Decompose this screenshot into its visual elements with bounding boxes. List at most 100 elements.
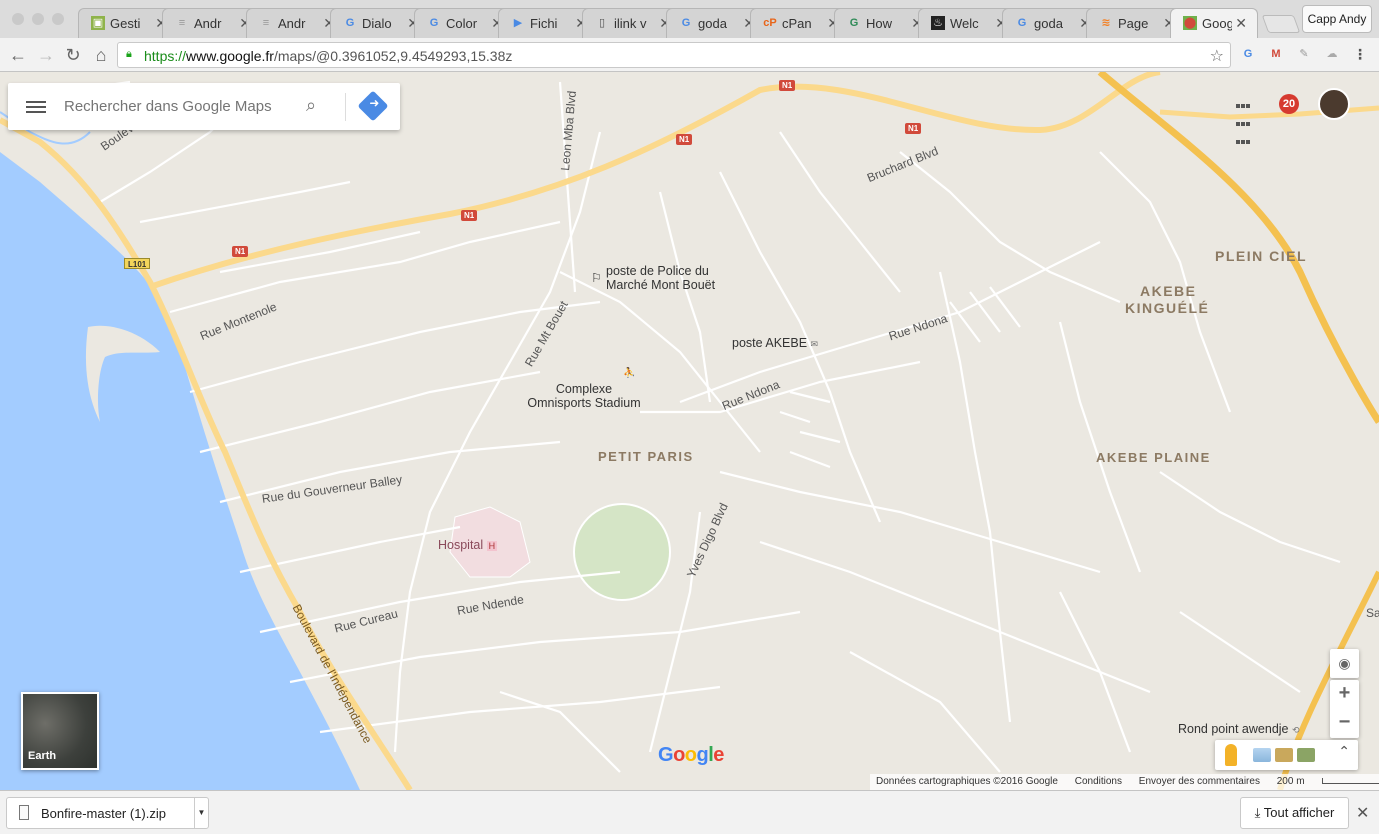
feather-extension-icon[interactable]: ✎ [1296,46,1312,62]
cpanel-icon: cP [763,17,777,29]
poi-complexe-omnisports[interactable]: Complexe Omnisports Stadium [524,382,644,410]
address-bar[interactable]: 🔒︎ https://www.google.fr/maps/@0.3961052… [117,42,1231,68]
zoom-control: + − [1330,680,1359,738]
download-item[interactable]: Bonfire-master (1).zip ▼ [6,797,209,829]
roundabout-icon: ⟲ [1291,725,1300,735]
search-input[interactable] [64,93,284,119]
area-label: PETIT PARIS [598,449,694,464]
android-icon: ≡ [262,17,270,29]
file-icon [19,805,29,820]
show-all-downloads-button[interactable]: ⤓ Tout afficher [1240,797,1349,829]
street-label: Sa [1366,606,1379,620]
google-icon: G [681,17,691,29]
close-downloads-icon[interactable]: ✕ [1356,803,1369,823]
map-tiles [0,72,1379,790]
menu-more-icon[interactable]: ⋮ [1352,46,1368,62]
profile-button[interactable]: Capp Andy [1302,5,1372,33]
satellite-layer-thumb[interactable] [1297,748,1315,762]
n1-shield: N1 [905,123,922,134]
forward-icon[interactable]: → [36,45,56,66]
document-icon: ▯ [598,17,606,29]
hospital-icon: H [486,541,498,551]
dropdown-arrow-icon[interactable]: ▼ [194,798,208,828]
back-icon[interactable]: ← [8,45,28,66]
scale-label[interactable]: 200 m [1277,776,1379,787]
directions-icon[interactable] [357,90,389,122]
cloud-extension-icon[interactable]: ☁ [1324,46,1340,62]
zoom-in-button[interactable]: + [1330,680,1359,709]
maps-search-box: ⌕ [8,83,400,130]
notifications-badge[interactable]: 20 [1279,94,1299,114]
android-icon: ≡ [178,17,186,29]
pegman-icon[interactable] [1225,744,1237,766]
layers-strip: ⌃ [1215,740,1358,770]
stadium-icon[interactable]: ⛹ [623,367,635,381]
n1-shield: N1 [676,134,693,145]
stackoverflow-icon: ≋ [1101,17,1111,29]
tab-strip: ▣Gesti✕ ≡Andr✕ ≡Andr✕ GDialo✕ GColor✕ ▶F… [0,0,1379,38]
area-label: AKEBE [1140,283,1197,299]
poi-police[interactable]: poste de Police du Marché Mont Bouët [606,264,715,292]
browser-chrome: ▣Gesti✕ ≡Andr✕ ≡Andr✕ GDialo✕ GColor✕ ▶F… [0,0,1379,72]
poi-poste-akebe[interactable]: poste AKEBE ✉ [732,336,818,351]
terrain-layer-thumb[interactable] [1275,748,1293,762]
logo-letter: o [673,744,685,766]
search-icon[interactable]: ⌕ [306,95,316,116]
crosshair-icon: ◉ [1338,655,1351,671]
logo-letter: e [713,744,724,766]
close-tab-icon[interactable]: ✕ [1235,15,1247,32]
map-footer: Données cartographiques ©2016 Google Con… [870,774,1379,790]
n1-shield: N1 [779,80,796,91]
stadium-park [573,503,671,601]
generic-app-icon: ▣ [91,16,105,30]
l101-shield: L101 [124,258,151,269]
area-label: AKEBE PLAINE [1096,450,1211,465]
play-icon: ▶ [513,17,523,29]
n1-shield: N1 [232,246,249,257]
poi-rond-point-awendje[interactable]: Rond point awendje ⟲ [1178,722,1300,737]
n1-shield: N1 [461,210,478,221]
map-canvas[interactable]: N1 N1 N1 N1 N1 L101 Boulevard Triompha L… [0,72,1379,790]
url-text: https://www.google.fr/maps/@0.3961052,9.… [144,48,513,64]
feedback-link[interactable]: Envoyer des commentaires [1139,776,1260,787]
downloads-bar: Bonfire-master (1).zip ▼ ⤓ Tout afficher… [0,790,1379,834]
maps-icon: ⬤ [1183,16,1197,30]
download-icon: ⤓ [1254,805,1261,820]
terms-link[interactable]: Conditions [1075,776,1122,787]
lock-icon: 🔒︎ [126,48,132,60]
new-tab-button[interactable] [1261,15,1301,33]
hamburger-menu-icon[interactable] [26,98,46,114]
home-icon[interactable]: ⌂ [91,45,111,66]
gmail-extension-icon[interactable]: M [1268,46,1284,62]
area-label: KINGUÉLÉ [1125,300,1210,316]
zoom-window-button[interactable] [52,13,64,25]
google-icon: G [429,17,439,29]
tab-google-maps[interactable]: ⬤ Goog ✕ [1170,8,1258,38]
poi-hospital[interactable]: Hospital H [438,538,498,553]
minimize-window-button[interactable] [32,13,44,25]
scale-bar [1321,778,1379,785]
my-location-button[interactable]: ◉ [1330,649,1359,678]
logo-letter: g [696,744,709,766]
bookmark-star-icon[interactable]: ☆ [1210,46,1224,66]
logo-letter: G [658,744,674,766]
logo-letter: o [684,744,697,766]
divider [345,93,346,121]
area-label: PLEIN CIEL [1215,248,1308,264]
translate-extension-icon[interactable]: G [1240,46,1256,62]
close-window-button[interactable] [12,13,24,25]
chevron-up-icon[interactable]: ⌃ [1338,743,1350,760]
police-poi-icon[interactable]: ⚐ [591,271,602,285]
google-icon: G [345,17,355,29]
flame-icon: ♨ [931,16,945,30]
apps-grid-icon[interactable] [1236,96,1252,144]
mail-icon: ✉ [810,339,819,349]
reload-icon[interactable]: ↻ [63,45,83,66]
browser-toolbar: ← → ↻ ⌂ 🔒︎ https://www.google.fr/maps/@0… [0,38,1379,72]
earth-view-toggle[interactable]: Earth [21,692,99,770]
avatar[interactable] [1318,88,1350,120]
zoom-out-button[interactable]: − [1330,709,1359,738]
transit-layer-thumb[interactable] [1253,748,1271,762]
google-logo: Google [658,744,724,767]
google-icon: G [1017,17,1027,29]
